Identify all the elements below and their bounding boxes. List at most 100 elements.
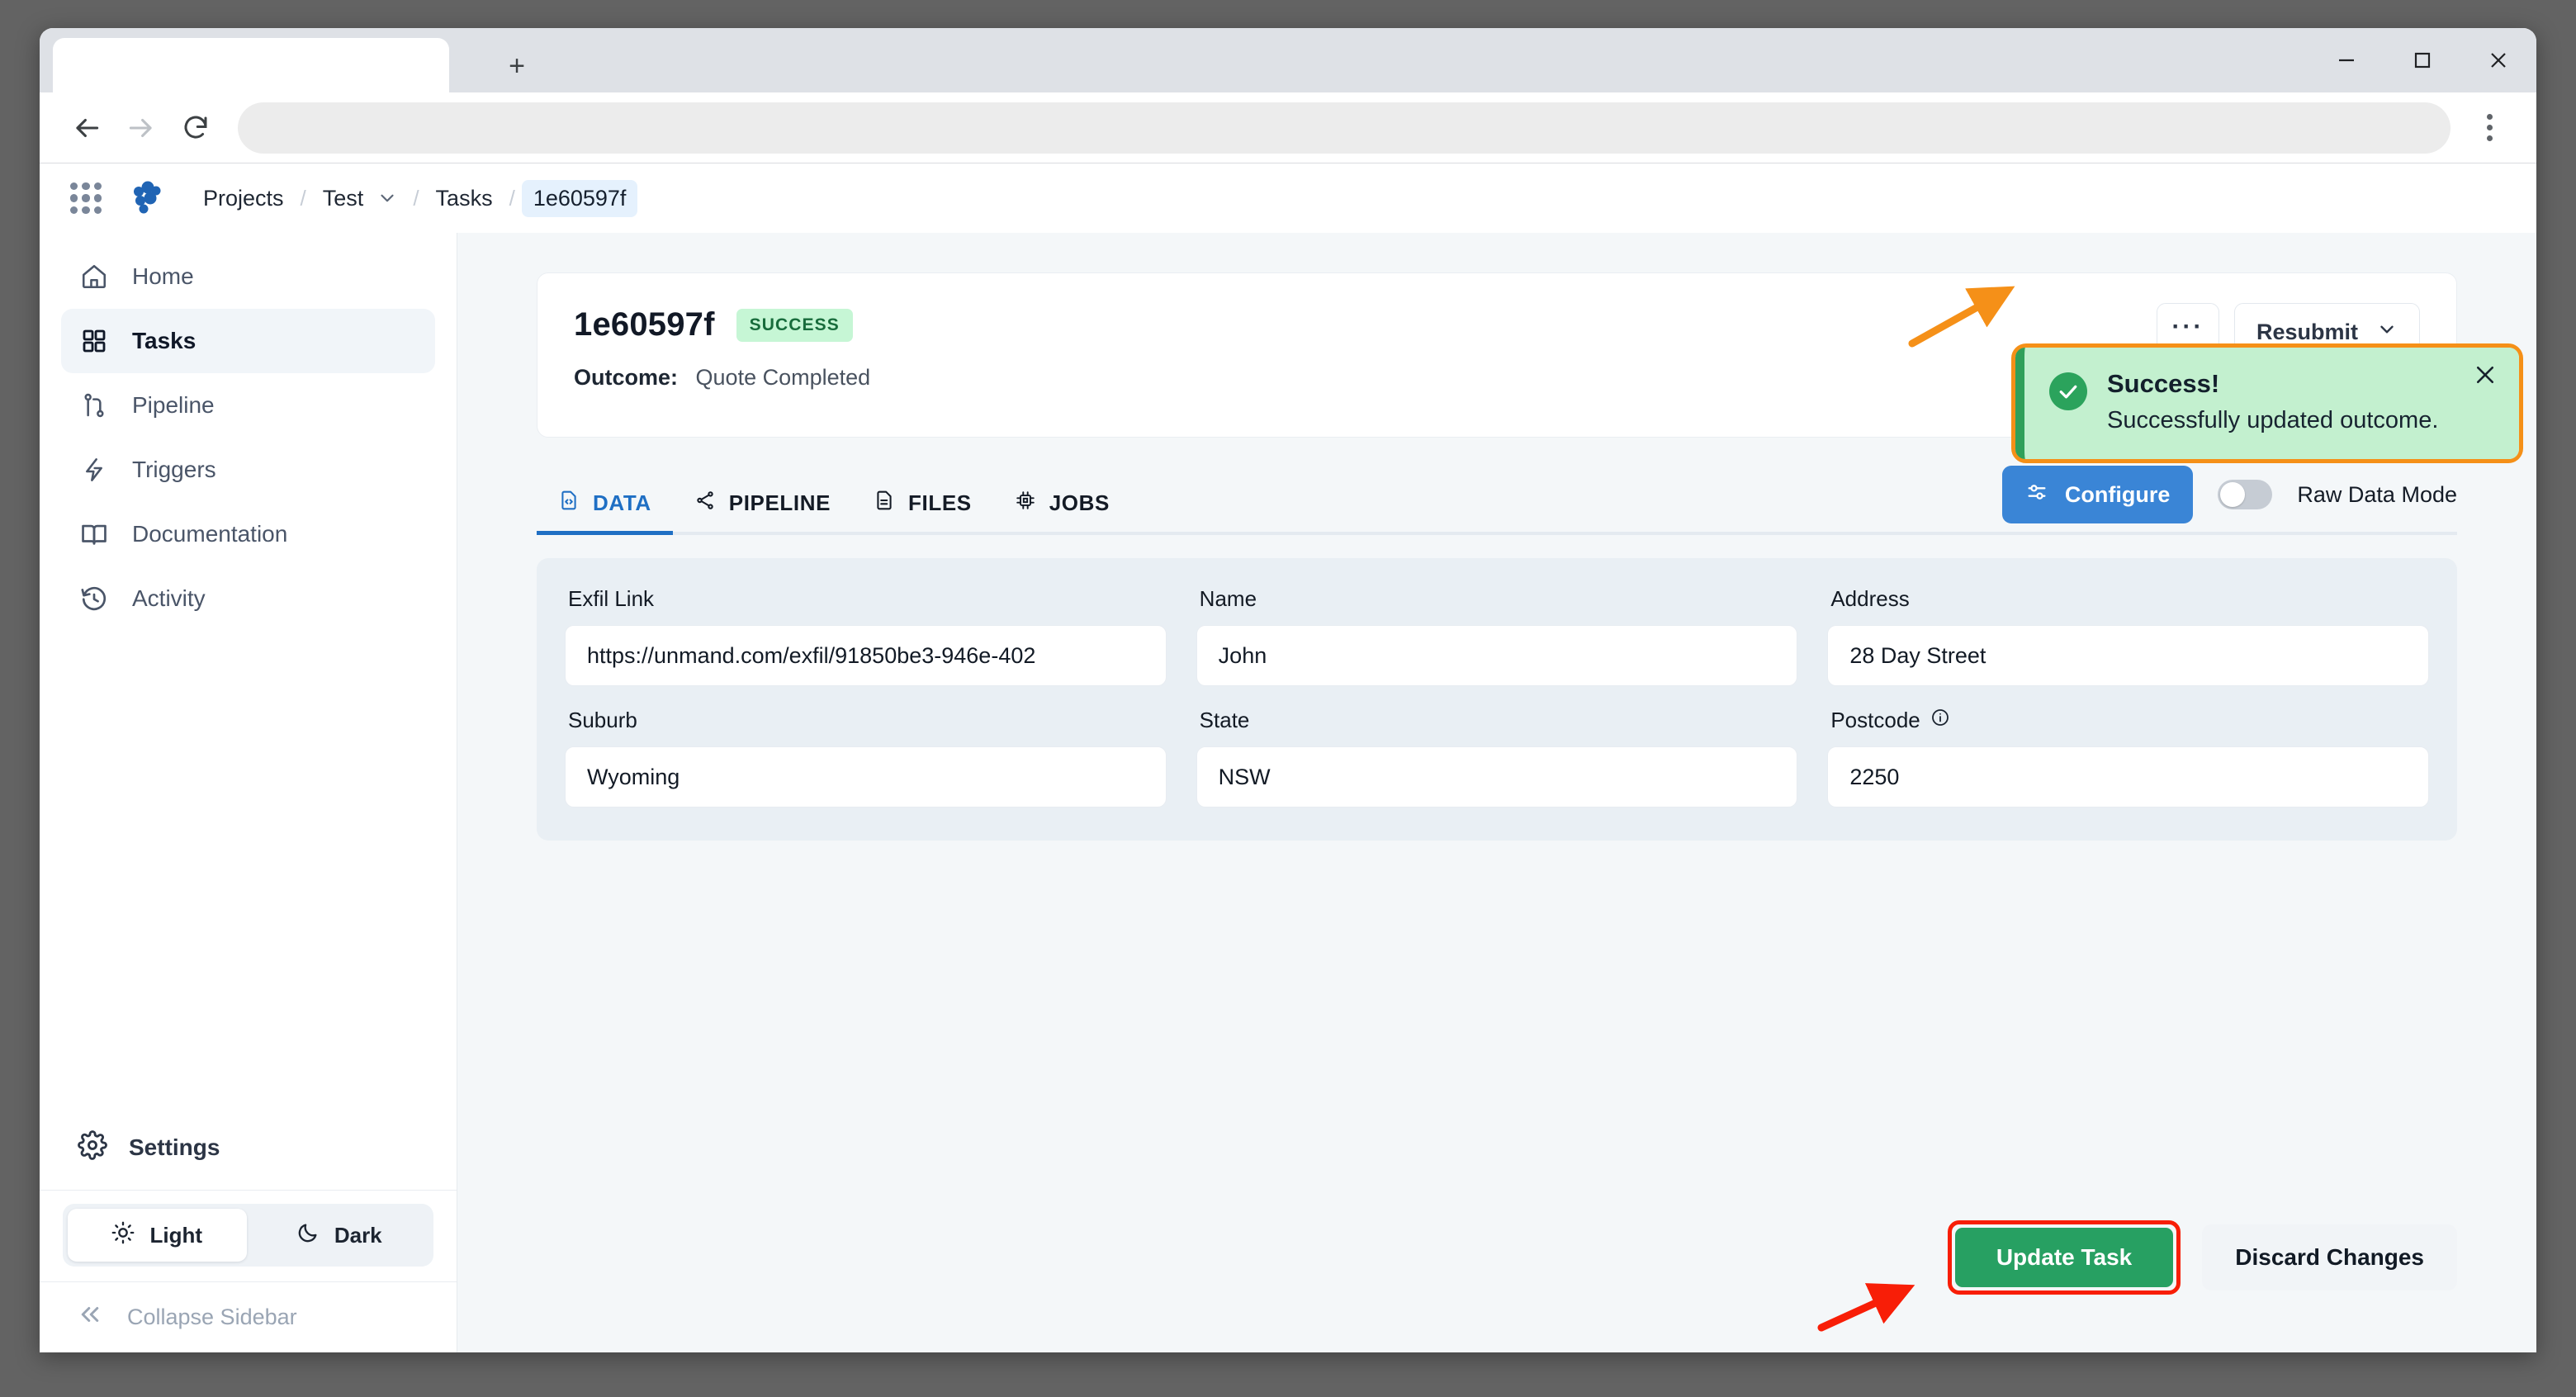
reload-button[interactable] [168, 101, 223, 155]
info-circle-icon[interactable] [1930, 708, 1950, 733]
discard-changes-label: Discard Changes [2235, 1244, 2424, 1271]
close-window-button[interactable] [2460, 28, 2536, 92]
plus-icon: + [509, 52, 525, 80]
desktop-background: + [0, 0, 2576, 1397]
breadcrumb-item-projects[interactable]: Projects [193, 181, 294, 216]
toast-close-button[interactable] [2473, 362, 2498, 392]
breadcrumb-item-tasks[interactable]: Tasks [426, 181, 503, 216]
tab-files[interactable]: FILES [852, 490, 993, 535]
success-toast: Success! Successfully updated outcome. [2015, 348, 2519, 459]
clock-history-icon [78, 582, 111, 615]
tab-jobs[interactable]: JOBS [993, 490, 1131, 535]
field-input[interactable]: 28 Day Street [1827, 625, 2429, 686]
sidebar-item-pipeline[interactable]: Pipeline [61, 373, 435, 438]
sidebar-item-documentation[interactable]: Documentation [61, 502, 435, 566]
app-header: Projects / Test / Tasks / 1e60597f [40, 163, 2536, 233]
sidebar-nav: Home Tasks [40, 233, 457, 631]
browser-tab[interactable] [53, 38, 449, 92]
update-task-button[interactable]: Update Task [1955, 1228, 2173, 1287]
theme-toggle-group: Light Dark [63, 1204, 433, 1267]
field-label: State [1200, 708, 1798, 733]
logo-icon [127, 178, 167, 218]
sidebar-item-tasks[interactable]: Tasks [61, 309, 435, 373]
sidebar: Home Tasks [40, 233, 457, 1352]
field-label: Postcode [1830, 708, 2429, 733]
apps-grid-icon[interactable] [68, 180, 104, 216]
maximize-button[interactable] [2384, 28, 2460, 92]
detail-tabs: DATA PIPELINE [537, 476, 2457, 535]
sidebar-spacer [40, 631, 457, 1115]
field-label: Exfil Link [568, 586, 1167, 612]
sidebar-item-triggers[interactable]: Triggers [61, 438, 435, 502]
update-task-highlight: Update Task [1948, 1220, 2181, 1295]
update-task-label: Update Task [1996, 1244, 2132, 1271]
browser-menu-button[interactable] [2462, 101, 2517, 155]
field-input[interactable]: Wyoming [565, 746, 1167, 807]
tabs-list: DATA PIPELINE [537, 490, 1131, 535]
application-viewport: Projects / Test / Tasks / 1e60597f [40, 163, 2536, 1352]
open-book-icon [78, 518, 111, 551]
sidebar-item-label: Triggers [132, 457, 216, 483]
chevron-down-icon[interactable] [375, 187, 406, 209]
collapse-sidebar-button[interactable]: Collapse Sidebar [40, 1281, 457, 1352]
field-input[interactable]: NSW [1196, 746, 1798, 807]
maximize-icon [2412, 50, 2433, 71]
field-exfil-link: Exfil Link https://unmand.com/exfil/9185… [565, 586, 1167, 686]
hexagon-cluster-logo[interactable] [127, 178, 167, 218]
window-controls [2308, 28, 2536, 92]
field-label-text: Suburb [568, 708, 637, 733]
sidebar-settings-label: Settings [129, 1134, 220, 1161]
sliders-icon [2025, 481, 2048, 509]
task-outcome-value: Quote Completed [696, 365, 871, 390]
sidebar-item-label: Pipeline [132, 392, 215, 419]
theme-option-dark[interactable]: Dark [250, 1209, 429, 1262]
address-bar[interactable] [238, 102, 2451, 154]
field-input[interactable]: 2250 [1827, 746, 2429, 807]
breadcrumb-item-current[interactable]: 1e60597f [522, 180, 638, 217]
chevrons-left-icon [78, 1302, 102, 1333]
sidebar-item-settings[interactable]: Settings [78, 1115, 419, 1180]
field-name: Name John [1196, 586, 1798, 686]
check-circle-icon [2049, 372, 2087, 410]
data-form-panel: Exfil Link https://unmand.com/exfil/9185… [537, 558, 2457, 841]
field-label-text: Address [1830, 586, 1909, 612]
sidebar-item-label: Home [132, 263, 194, 290]
new-tab-button[interactable]: + [495, 45, 538, 88]
theme-option-light[interactable]: Light [68, 1209, 247, 1262]
sidebar-item-label: Activity [132, 585, 206, 612]
field-state: State NSW [1196, 708, 1798, 807]
browser-window: + [40, 28, 2536, 1352]
field-input[interactable]: https://unmand.com/exfil/91850be3-946e-4… [565, 625, 1167, 686]
field-input[interactable]: John [1196, 625, 1798, 686]
toast-message: Successfully updated outcome. [2107, 407, 2438, 434]
field-value: https://unmand.com/exfil/91850be3-946e-4… [587, 643, 1035, 669]
back-button[interactable] [59, 101, 114, 155]
tab-data[interactable]: DATA [537, 490, 673, 535]
sidebar-item-activity[interactable]: Activity [61, 566, 435, 631]
breadcrumb-separator: / [408, 186, 424, 211]
forward-button[interactable] [114, 101, 168, 155]
kebab-dot [2487, 135, 2493, 141]
minimize-button[interactable] [2308, 28, 2384, 92]
tab-pipeline[interactable]: PIPELINE [673, 490, 852, 535]
sidebar-item-home[interactable]: Home [61, 244, 435, 309]
close-icon [2487, 49, 2510, 72]
tab-label: DATA [593, 490, 651, 516]
collapse-sidebar-label: Collapse Sidebar [127, 1305, 297, 1330]
chevron-down-icon [2376, 319, 2398, 346]
form-row: Exfil Link https://unmand.com/exfil/9185… [565, 586, 2429, 686]
tabs-right-actions: Configure Raw Data Mode [2002, 466, 2457, 523]
ellipsis-icon: ··· [2171, 313, 2204, 341]
field-label-text: Exfil Link [568, 586, 654, 612]
pipeline-nodes-icon [694, 490, 716, 517]
task-outcome-label: Outcome: [574, 365, 678, 390]
raw-data-mode-toggle[interactable] [2218, 480, 2272, 509]
configure-button[interactable]: Configure [2002, 466, 2194, 523]
field-label-text: Postcode [1830, 708, 1920, 733]
breadcrumb: Projects / Test / Tasks / 1e60597f [193, 180, 637, 217]
tab-label: JOBS [1049, 490, 1110, 516]
discard-changes-button[interactable]: Discard Changes [2202, 1224, 2457, 1290]
minimize-icon [2336, 50, 2357, 71]
document-icon [874, 490, 895, 517]
breadcrumb-item-test[interactable]: Test [313, 181, 374, 216]
